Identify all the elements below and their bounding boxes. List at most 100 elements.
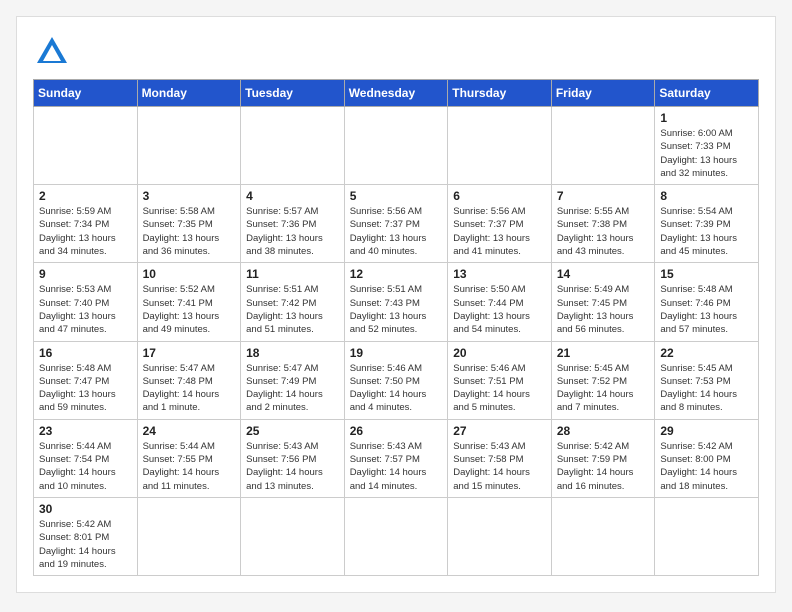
day-info: Sunrise: 5:43 AM Sunset: 7:58 PM Dayligh… [453,440,546,493]
day-cell: 26 Sunrise: 5:43 AM Sunset: 7:57 PM Dayli… [344,419,448,497]
day-cell: 1 Sunrise: 6:00 AM Sunset: 7:33 PM Daylig… [655,107,759,185]
day-cell: 8 Sunrise: 5:54 AM Sunset: 7:39 PM Daylig… [655,185,759,263]
day-info: Sunrise: 6:00 AM Sunset: 7:33 PM Dayligh… [660,127,753,180]
day-number: 14 [557,267,650,281]
day-number: 23 [39,424,132,438]
day-cell [448,497,552,575]
day-info: Sunrise: 5:42 AM Sunset: 8:01 PM Dayligh… [39,518,132,571]
day-number: 7 [557,189,650,203]
day-info: Sunrise: 5:45 AM Sunset: 7:53 PM Dayligh… [660,362,753,415]
day-cell [344,107,448,185]
day-info: Sunrise: 5:58 AM Sunset: 7:35 PM Dayligh… [143,205,236,258]
day-cell: 21Sunrise: 5:45 AM Sunset: 7:52 PM Dayli… [551,341,655,419]
day-cell: 29 Sunrise: 5:42 AM Sunset: 8:00 PM Dayli… [655,419,759,497]
day-info: Sunrise: 5:44 AM Sunset: 7:55 PM Dayligh… [143,440,236,493]
logo [33,33,75,71]
day-info: Sunrise: 5:52 AM Sunset: 7:41 PM Dayligh… [143,283,236,336]
day-cell: 14Sunrise: 5:49 AM Sunset: 7:45 PM Dayli… [551,263,655,341]
day-info: Sunrise: 5:42 AM Sunset: 7:59 PM Dayligh… [557,440,650,493]
day-number: 5 [350,189,443,203]
day-cell [241,107,345,185]
day-number: 29 [660,424,753,438]
day-cell: 13Sunrise: 5:50 AM Sunset: 7:44 PM Dayli… [448,263,552,341]
day-number: 9 [39,267,132,281]
day-info: Sunrise: 5:45 AM Sunset: 7:52 PM Dayligh… [557,362,650,415]
day-cell: 12 Sunrise: 5:51 AM Sunset: 7:43 PM Dayli… [344,263,448,341]
week-row-6: 30Sunrise: 5:42 AM Sunset: 8:01 PM Dayli… [34,497,759,575]
day-info: Sunrise: 5:55 AM Sunset: 7:38 PM Dayligh… [557,205,650,258]
day-cell: 2 Sunrise: 5:59 AM Sunset: 7:34 PM Daylig… [34,185,138,263]
day-info: Sunrise: 5:56 AM Sunset: 7:37 PM Dayligh… [453,205,546,258]
day-info: Sunrise: 5:43 AM Sunset: 7:57 PM Dayligh… [350,440,443,493]
day-cell [137,107,241,185]
weekday-header-wednesday: Wednesday [344,80,448,107]
day-info: Sunrise: 5:47 AM Sunset: 7:48 PM Dayligh… [143,362,236,415]
day-cell: 17 Sunrise: 5:47 AM Sunset: 7:48 PM Dayli… [137,341,241,419]
calendar-body: 1 Sunrise: 6:00 AM Sunset: 7:33 PM Daylig… [34,107,759,576]
day-number: 15 [660,267,753,281]
weekday-header-monday: Monday [137,80,241,107]
weekday-header-row: SundayMondayTuesdayWednesdayThursdayFrid… [34,80,759,107]
day-number: 1 [660,111,753,125]
day-number: 22 [660,346,753,360]
day-number: 11 [246,267,339,281]
day-cell [448,107,552,185]
day-info: Sunrise: 5:56 AM Sunset: 7:37 PM Dayligh… [350,205,443,258]
day-cell: 19 Sunrise: 5:46 AM Sunset: 7:50 PM Dayli… [344,341,448,419]
header [33,33,759,71]
day-cell: 6Sunrise: 5:56 AM Sunset: 7:37 PM Daylig… [448,185,552,263]
day-number: 10 [143,267,236,281]
day-cell: 3 Sunrise: 5:58 AM Sunset: 7:35 PM Daylig… [137,185,241,263]
day-info: Sunrise: 5:48 AM Sunset: 7:47 PM Dayligh… [39,362,132,415]
day-number: 3 [143,189,236,203]
day-number: 17 [143,346,236,360]
weekday-header-tuesday: Tuesday [241,80,345,107]
weekday-header-friday: Friday [551,80,655,107]
day-cell: 23 Sunrise: 5:44 AM Sunset: 7:54 PM Dayli… [34,419,138,497]
day-cell: 28Sunrise: 5:42 AM Sunset: 7:59 PM Dayli… [551,419,655,497]
week-row-4: 16Sunrise: 5:48 AM Sunset: 7:47 PM Dayli… [34,341,759,419]
day-cell [551,497,655,575]
day-number: 26 [350,424,443,438]
day-info: Sunrise: 5:59 AM Sunset: 7:34 PM Dayligh… [39,205,132,258]
day-cell: 25Sunrise: 5:43 AM Sunset: 7:56 PM Dayli… [241,419,345,497]
day-cell: 22 Sunrise: 5:45 AM Sunset: 7:53 PM Dayli… [655,341,759,419]
day-number: 8 [660,189,753,203]
day-info: Sunrise: 5:46 AM Sunset: 7:50 PM Dayligh… [350,362,443,415]
day-cell: 4 Sunrise: 5:57 AM Sunset: 7:36 PM Daylig… [241,185,345,263]
day-cell: 30Sunrise: 5:42 AM Sunset: 8:01 PM Dayli… [34,497,138,575]
day-info: Sunrise: 5:57 AM Sunset: 7:36 PM Dayligh… [246,205,339,258]
day-info: Sunrise: 5:51 AM Sunset: 7:42 PM Dayligh… [246,283,339,336]
day-number: 2 [39,189,132,203]
day-number: 24 [143,424,236,438]
day-number: 13 [453,267,546,281]
day-number: 4 [246,189,339,203]
day-info: Sunrise: 5:46 AM Sunset: 7:51 PM Dayligh… [453,362,546,415]
logo-icon [33,33,71,71]
weekday-header-sunday: Sunday [34,80,138,107]
day-cell: 9 Sunrise: 5:53 AM Sunset: 7:40 PM Daylig… [34,263,138,341]
week-row-1: 1 Sunrise: 6:00 AM Sunset: 7:33 PM Daylig… [34,107,759,185]
day-info: Sunrise: 5:44 AM Sunset: 7:54 PM Dayligh… [39,440,132,493]
day-info: Sunrise: 5:51 AM Sunset: 7:43 PM Dayligh… [350,283,443,336]
day-info: Sunrise: 5:42 AM Sunset: 8:00 PM Dayligh… [660,440,753,493]
week-row-2: 2 Sunrise: 5:59 AM Sunset: 7:34 PM Daylig… [34,185,759,263]
day-cell: 11 Sunrise: 5:51 AM Sunset: 7:42 PM Dayli… [241,263,345,341]
day-number: 20 [453,346,546,360]
calendar-header: SundayMondayTuesdayWednesdayThursdayFrid… [34,80,759,107]
day-cell [551,107,655,185]
day-info: Sunrise: 5:53 AM Sunset: 7:40 PM Dayligh… [39,283,132,336]
calendar-table: SundayMondayTuesdayWednesdayThursdayFrid… [33,79,759,576]
day-number: 12 [350,267,443,281]
day-number: 27 [453,424,546,438]
day-cell: 7 Sunrise: 5:55 AM Sunset: 7:38 PM Daylig… [551,185,655,263]
day-info: Sunrise: 5:54 AM Sunset: 7:39 PM Dayligh… [660,205,753,258]
day-number: 18 [246,346,339,360]
day-cell: 15Sunrise: 5:48 AM Sunset: 7:46 PM Dayli… [655,263,759,341]
day-cell [344,497,448,575]
day-number: 25 [246,424,339,438]
day-cell: 10 Sunrise: 5:52 AM Sunset: 7:41 PM Dayli… [137,263,241,341]
day-number: 19 [350,346,443,360]
page: SundayMondayTuesdayWednesdayThursdayFrid… [16,16,776,593]
day-cell: 24 Sunrise: 5:44 AM Sunset: 7:55 PM Dayli… [137,419,241,497]
